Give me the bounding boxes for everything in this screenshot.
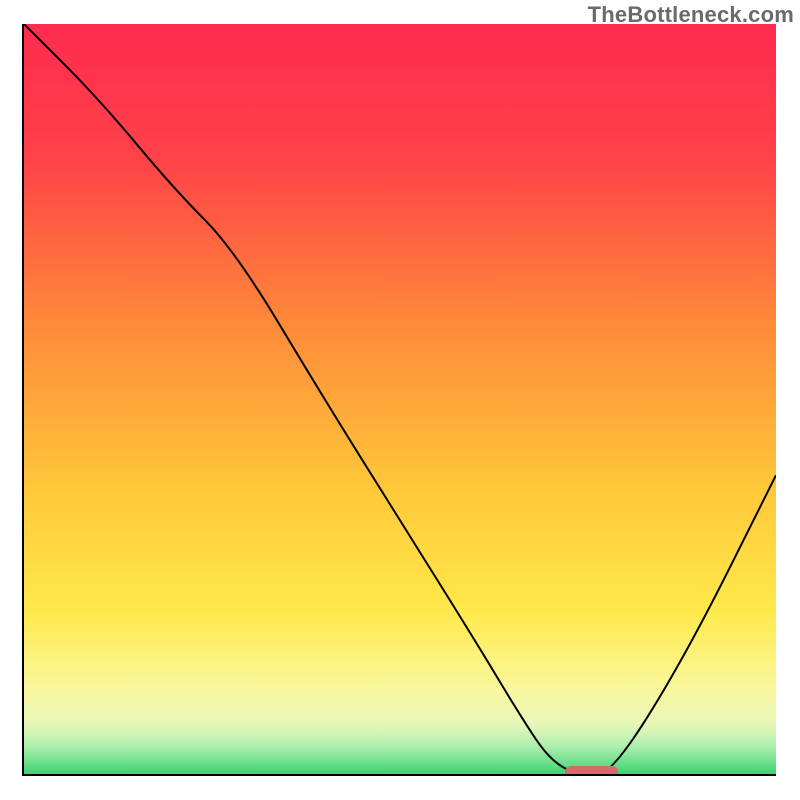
x-axis <box>22 774 776 776</box>
attribution-label: TheBottleneck.com <box>588 2 794 28</box>
chart-container: TheBottleneck.com <box>0 0 800 800</box>
y-axis <box>22 24 24 776</box>
bottleneck-curve <box>24 24 776 774</box>
optimal-range-marker <box>565 766 618 774</box>
plot-area <box>24 24 776 774</box>
